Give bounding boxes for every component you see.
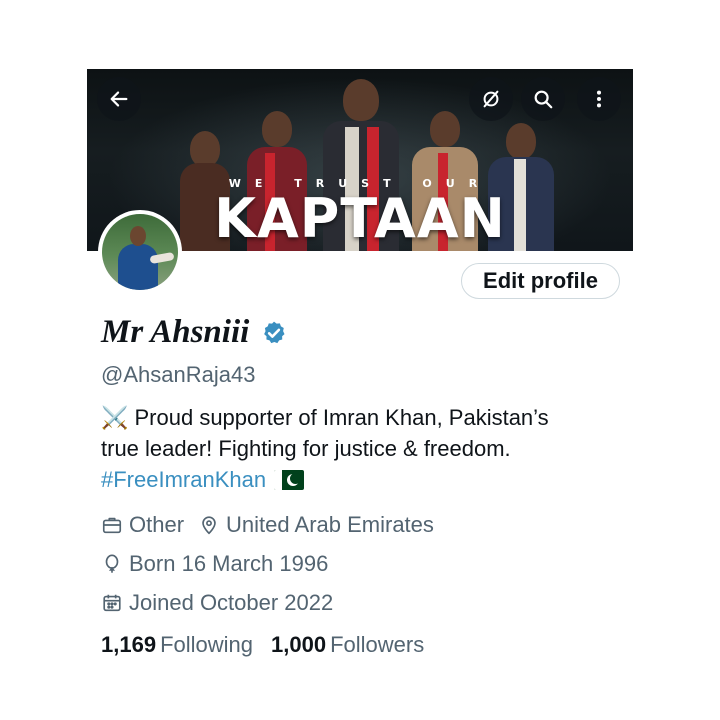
profile-meta-row: Other United Arab Emirates xyxy=(101,512,448,538)
back-button[interactable] xyxy=(97,77,141,121)
category-text: Other xyxy=(129,512,185,537)
balloon-icon xyxy=(105,554,119,573)
following-label: Following xyxy=(160,632,253,657)
avatar-image xyxy=(102,214,178,290)
profile-meta-row: Born 16 March 1996 xyxy=(101,551,342,577)
bio: ⚔️ Proud supporter of Imran Khan, Pakist… xyxy=(101,402,621,495)
joined-text: Joined October 2022 xyxy=(129,590,334,615)
arrow-left-icon xyxy=(110,91,128,107)
profile-meta-row: Joined October 2022 xyxy=(101,590,347,616)
location-item: United Arab Emirates xyxy=(198,512,434,538)
bio-hashtag-line: #FreeImranKhan xyxy=(101,464,621,495)
pakistan-flag-icon xyxy=(274,470,305,490)
location-text: United Arab Emirates xyxy=(226,512,434,537)
hashtag-link[interactable]: #FreeImranKhan xyxy=(101,467,266,492)
search-button[interactable] xyxy=(521,77,565,121)
followers-label: Followers xyxy=(330,632,425,657)
birthday-item: Born 16 March 1996 xyxy=(101,551,328,577)
following-link[interactable]: 1,169 Following xyxy=(101,632,253,658)
more-button[interactable] xyxy=(577,77,621,121)
calendar-icon xyxy=(103,594,121,612)
birthday-text: Born 16 March 1996 xyxy=(129,551,329,576)
location-pin-icon xyxy=(202,516,216,535)
follow-stats: 1,169 Following 1,000 Followers xyxy=(101,632,424,658)
bio-line: ⚔️ Proud supporter of Imran Khan, Pakist… xyxy=(101,405,549,430)
rotate-button[interactable] xyxy=(469,77,513,121)
search-icon xyxy=(534,90,553,109)
bio-line: true leader! Fighting for justice & free… xyxy=(101,436,511,461)
display-name: Mr Ahsniii xyxy=(101,314,250,350)
joined-item: Joined October 2022 xyxy=(101,590,333,616)
briefcase-icon xyxy=(102,517,122,534)
user-handle: @AhsanRaja43 xyxy=(101,362,256,387)
edit-profile-button[interactable]: Edit profile xyxy=(461,263,620,299)
refresh-icon xyxy=(483,90,499,108)
name-row: Mr Ahsniii xyxy=(101,314,287,351)
followers-count: 1,000 xyxy=(271,632,327,657)
following-count: 1,169 xyxy=(101,632,157,657)
category-item: Other xyxy=(101,512,184,538)
avatar[interactable] xyxy=(98,210,182,294)
followers-link[interactable]: 1,000 Followers xyxy=(271,632,424,658)
verified-badge-icon[interactable] xyxy=(261,320,287,346)
more-vertical-icon xyxy=(596,90,602,108)
